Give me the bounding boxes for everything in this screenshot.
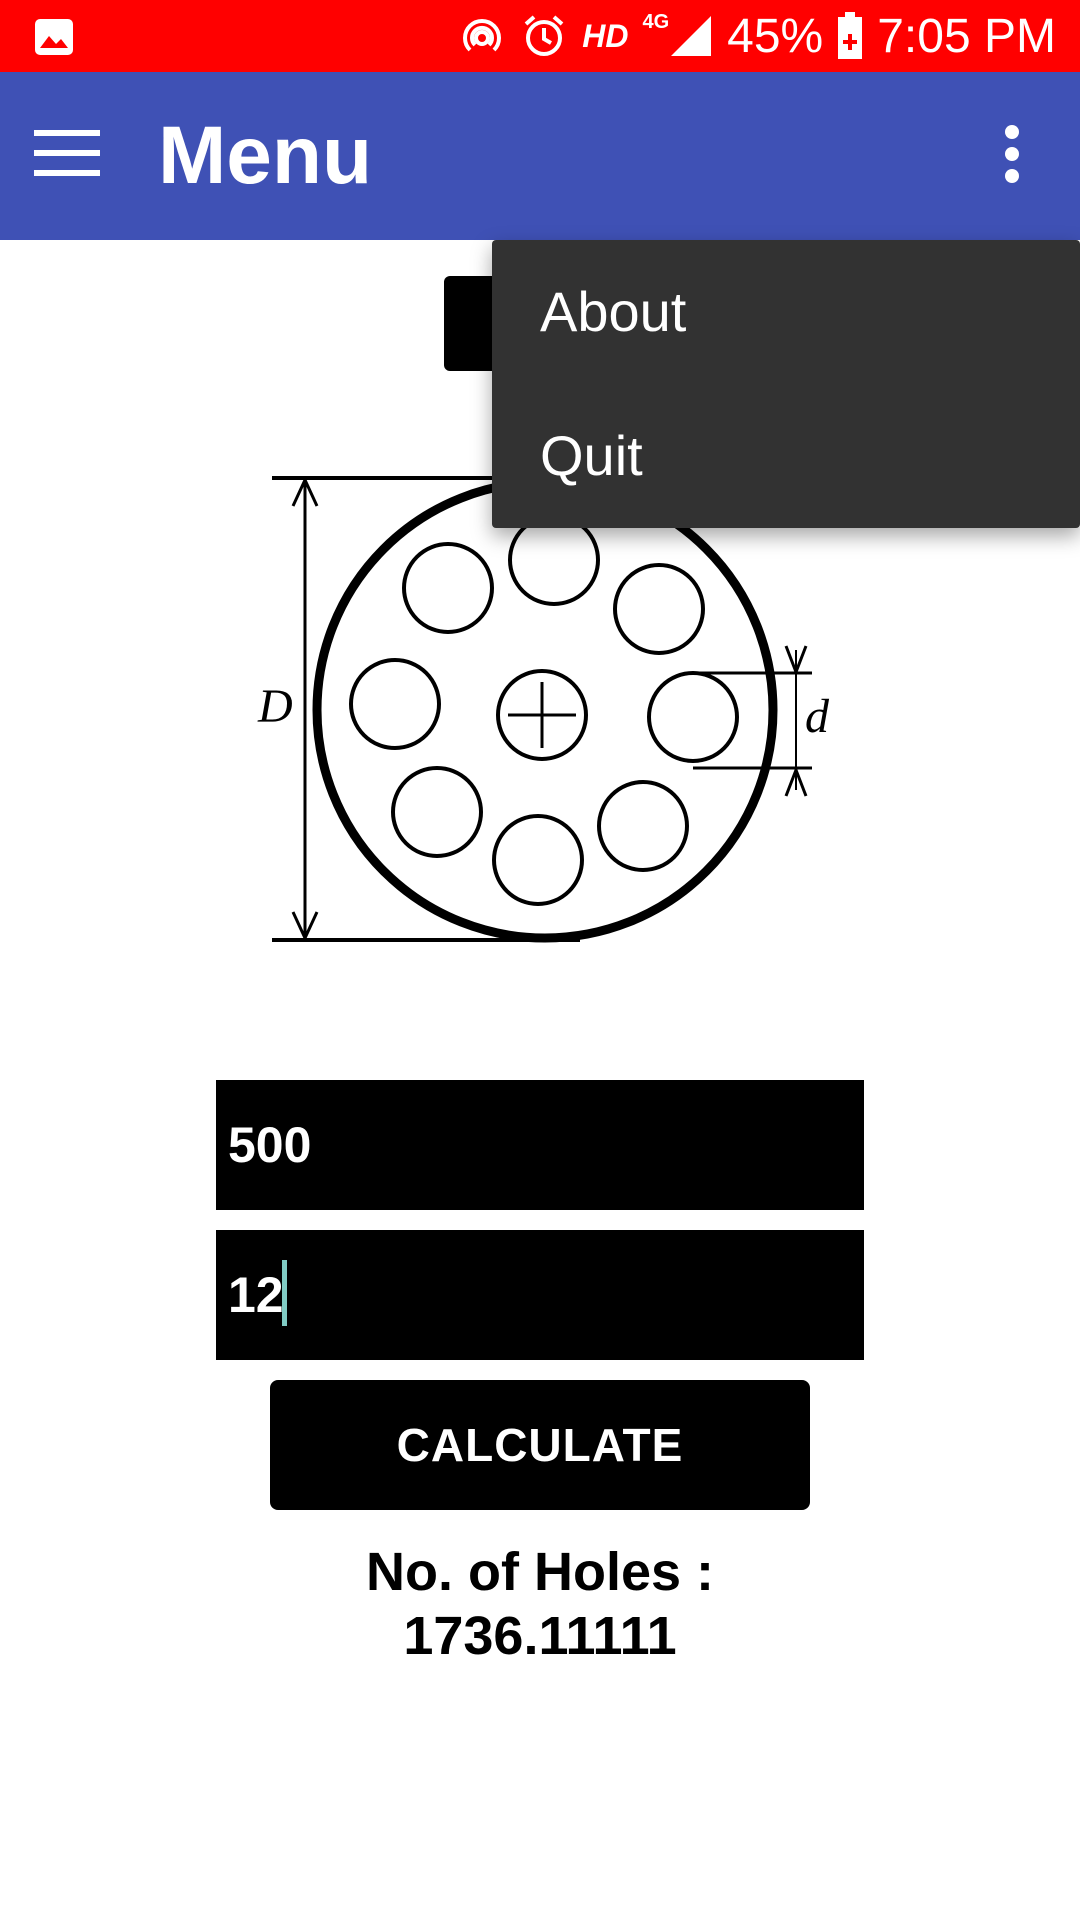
status-bar: HD 4G 45% 7:05 PM xyxy=(0,0,1080,72)
hole-diameter-label: d xyxy=(805,690,830,743)
result-value: 1736.11111 xyxy=(403,1606,677,1666)
result-label: No. of Holes : xyxy=(366,1542,714,1602)
menu-icon[interactable] xyxy=(34,130,100,176)
menu-item-quit[interactable]: Quit xyxy=(492,384,1080,528)
bolt-circle-diagram: D d xyxy=(257,476,830,943)
overflow-icon[interactable] xyxy=(1000,124,1024,184)
calculate-button[interactable]: CALCULATE xyxy=(270,1380,810,1510)
menu-item-about[interactable]: About xyxy=(492,240,1080,384)
app-bar: Menu xyxy=(0,72,1080,240)
result-text: No. of Holes : 1736.11111 xyxy=(0,1540,1080,1668)
alarm-icon xyxy=(524,15,564,56)
hole-diameter-input[interactable] xyxy=(216,1230,864,1360)
signal-icon xyxy=(671,16,712,56)
overflow-menu: About Quit xyxy=(492,240,1080,528)
gallery-icon xyxy=(35,19,73,55)
network-type-label: 4G xyxy=(642,10,670,33)
text-cursor xyxy=(282,1260,287,1326)
diameter-label: D xyxy=(257,680,293,733)
battery-percent: 45% xyxy=(727,9,824,63)
hd-label: HD xyxy=(582,17,629,54)
battery-icon xyxy=(838,12,863,59)
page-title: Menu xyxy=(158,110,373,201)
clock: 7:05 PM xyxy=(877,9,1056,63)
diameter-input[interactable] xyxy=(216,1080,864,1210)
hotspot-icon xyxy=(463,18,502,52)
